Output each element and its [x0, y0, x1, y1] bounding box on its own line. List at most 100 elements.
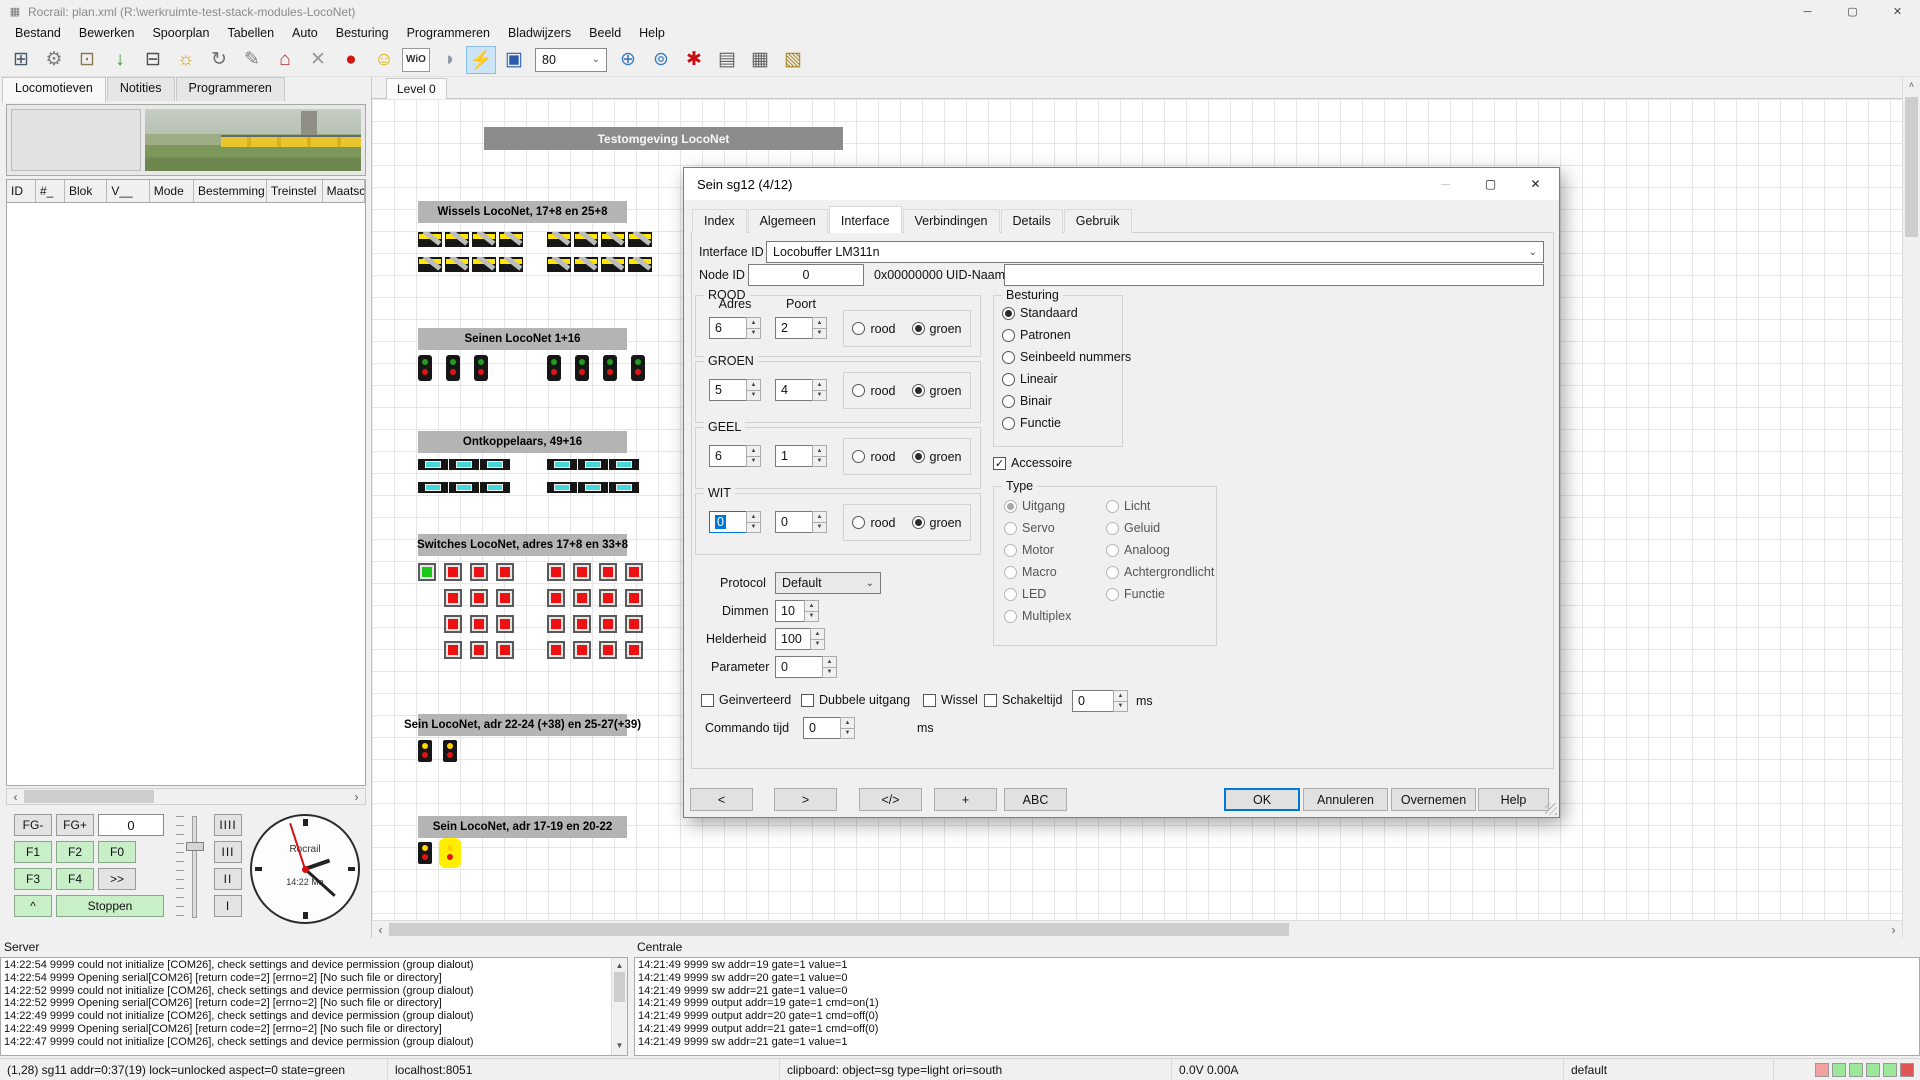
spin-up-icon[interactable]: ▲ — [813, 318, 826, 329]
f2-button[interactable]: F2 — [56, 841, 94, 863]
dubbele-uitgang-checkbox[interactable]: Dubbele uitgang — [801, 693, 910, 707]
switch-button-red[interactable] — [470, 615, 488, 633]
spin-down-icon[interactable]: ▼ — [813, 391, 826, 401]
type-radio-macro[interactable]: Macro — [1004, 565, 1057, 579]
decoupler-symbol[interactable] — [609, 459, 639, 470]
fg-plus-button[interactable]: FG+ — [56, 814, 94, 836]
wissel-symbol[interactable] — [574, 257, 598, 272]
loco-table-body[interactable] — [6, 203, 366, 786]
step-button-ii[interactable]: II — [214, 868, 242, 890]
rood-radio[interactable]: rood — [852, 450, 895, 464]
switch-button-red[interactable] — [470, 589, 488, 607]
poort-spinner[interactable]: 0▲▼ — [775, 511, 827, 533]
signal-symbol[interactable] — [575, 355, 589, 381]
centrale-log[interactable]: 14:21:49 9999 sw addr=19 gate=1 value=11… — [634, 957, 1920, 1056]
switch-button-red[interactable] — [625, 563, 643, 581]
f3-button[interactable]: F3 — [14, 868, 52, 890]
signal-symbol[interactable] — [547, 355, 561, 381]
dimmen-spinner[interactable]: 10 ▲▼ — [775, 600, 819, 622]
scroll-left-icon[interactable]: ‹ — [7, 789, 24, 804]
besturing-radio-lineair[interactable]: Lineair — [1002, 372, 1058, 386]
speed-slider[interactable] — [192, 816, 197, 918]
menu-bestand[interactable]: Bestand — [6, 24, 70, 42]
server-log[interactable]: ▲ ▼ 14:22:54 9999 could not initialize [… — [0, 957, 628, 1056]
tab-level-0[interactable]: Level 0 — [386, 78, 447, 99]
rocview-settings-icon[interactable]: ⚙ — [39, 46, 69, 74]
step-button-i[interactable]: I — [214, 895, 242, 917]
menu-spoorplan[interactable]: Spoorplan — [143, 24, 218, 42]
scroll-thumb[interactable] — [24, 790, 154, 803]
interface-id-combo[interactable]: Locobuffer LM311n ⌄ — [766, 241, 1544, 263]
besturing-radio-functie[interactable]: Functie — [1002, 416, 1061, 430]
save-icon[interactable]: ↓ — [105, 46, 135, 74]
switch-button-red[interactable] — [496, 615, 514, 633]
type-radio-motor[interactable]: Motor — [1004, 543, 1054, 557]
switch-button-red[interactable] — [444, 641, 462, 659]
spin-up-icon[interactable]: ▲ — [805, 601, 818, 612]
lamp-icon[interactable]: ☼ — [171, 46, 201, 74]
switch-button-red[interactable] — [573, 563, 591, 581]
nav-button-item[interactable]: </> — [859, 788, 922, 811]
print-icon[interactable]: ⊟ — [138, 46, 168, 74]
commando-tijd-spinner[interactable]: 0 ▲▼ — [803, 717, 855, 739]
geinverteerd-checkbox[interactable]: Geinverteerd — [701, 693, 791, 707]
nav-button-item[interactable]: < — [690, 788, 753, 811]
column-header-maatschap[interactable]: Maatschap — [323, 180, 365, 202]
step-button-iii[interactable]: III — [214, 841, 242, 863]
spin-up-icon[interactable]: ▲ — [1114, 691, 1127, 702]
node-id-field[interactable]: 0 — [748, 264, 864, 286]
wissel-symbol[interactable] — [445, 257, 469, 272]
home-icon[interactable]: ⌂ — [270, 46, 300, 74]
switch-button-red[interactable] — [599, 615, 617, 633]
signal-small-symbol[interactable] — [418, 740, 432, 762]
scroll-up-icon[interactable]: ˄ — [1903, 77, 1920, 90]
tab-locomotieven[interactable]: Locomotieven — [2, 77, 106, 103]
signal-symbol[interactable] — [418, 355, 432, 381]
spin-down-icon[interactable]: ▼ — [747, 329, 760, 339]
dialog-tab-index[interactable]: Index — [692, 209, 747, 233]
switch-button-red[interactable] — [496, 563, 514, 581]
groen-radio[interactable]: groen — [912, 450, 962, 464]
wissel-symbol[interactable] — [574, 232, 598, 247]
spin-down-icon[interactable]: ▼ — [747, 391, 760, 401]
f4-button[interactable]: F4 — [56, 868, 94, 890]
f1-button[interactable]: F1 — [14, 841, 52, 863]
scroll-down-icon[interactable]: ▼ — [612, 1040, 627, 1053]
spin-up-icon[interactable]: ▲ — [813, 512, 826, 523]
zoom-fit-icon[interactable]: ⊚ — [646, 46, 676, 74]
switch-button-red[interactable] — [625, 589, 643, 607]
scroll-right-icon[interactable]: › — [1885, 922, 1902, 937]
wissel-symbol[interactable] — [418, 232, 442, 247]
scroll-right-icon[interactable]: › — [348, 789, 365, 804]
decoupler-symbol[interactable] — [418, 482, 448, 493]
canvas-hscrollbar[interactable]: ‹ › — [372, 920, 1902, 938]
decoupler-symbol[interactable] — [480, 482, 510, 493]
tab-notities[interactable]: Notities — [107, 77, 175, 101]
adres-spinner[interactable]: 6▲▼ — [709, 445, 761, 467]
accessoire-checkbox[interactable]: ✓ Accessoire — [993, 456, 1072, 470]
switch-button-red[interactable] — [444, 589, 462, 607]
signal-small-symbol[interactable] — [443, 842, 457, 864]
switch-button-red[interactable] — [573, 641, 591, 659]
switch-button-red[interactable] — [547, 563, 565, 581]
switch-button-red[interactable] — [573, 589, 591, 607]
protocol-combo[interactable]: Default ⌄ — [775, 572, 881, 594]
minimize-button[interactable]: ─ — [1785, 0, 1830, 23]
maximize-button[interactable]: ▢ — [1830, 0, 1875, 23]
wissel-symbol[interactable] — [601, 232, 625, 247]
type-radio-licht[interactable]: Licht — [1106, 499, 1150, 513]
rood-radio[interactable]: rood — [852, 322, 895, 336]
groen-radio[interactable]: groen — [912, 384, 962, 398]
power-on-icon[interactable]: ☺ — [369, 46, 399, 74]
nav-button-abc[interactable]: ABC — [1004, 788, 1067, 811]
dialog-tab-verbindingen[interactable]: Verbindingen — [903, 209, 1000, 233]
spin-up-icon[interactable]: ▲ — [811, 629, 824, 640]
menu-tabellen[interactable]: Tabellen — [218, 24, 283, 42]
switch-button-red[interactable] — [599, 641, 617, 659]
dialog-tab-algemeen[interactable]: Algemeen — [748, 209, 828, 233]
nav-button-item[interactable]: + — [934, 788, 997, 811]
overnemen-button[interactable]: Overnemen — [1391, 788, 1476, 811]
type-radio-geluid[interactable]: Geluid — [1106, 521, 1160, 535]
switch-button-red[interactable] — [470, 563, 488, 581]
signal-small-symbol[interactable] — [418, 842, 432, 864]
